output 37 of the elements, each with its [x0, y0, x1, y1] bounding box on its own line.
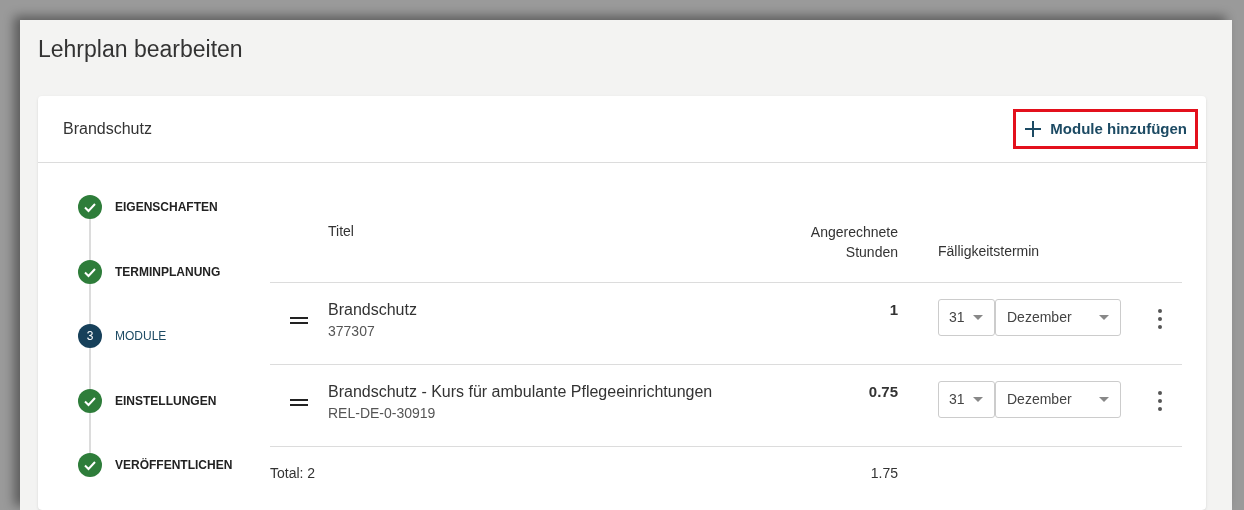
step-label[interactable]: MODULE: [115, 327, 167, 345]
module-code: REL-DE-0-30919: [328, 404, 437, 423]
month-dropdown[interactable]: Dezember: [995, 381, 1121, 418]
add-module-button[interactable]: Module hinzufügen: [1013, 109, 1198, 149]
column-header: Angerechnete Stunden: [809, 223, 898, 262]
caret-icon: [1099, 397, 1109, 402]
drag-handle-icon[interactable]: [290, 399, 308, 406]
hours-value: 1: [888, 300, 898, 320]
more-options-icon[interactable]: [1158, 309, 1162, 329]
drag-handle-icon[interactable]: [290, 317, 308, 324]
module-code: 377307: [328, 322, 376, 341]
caret-icon: [972, 397, 983, 402]
hours-value: 0.75: [867, 382, 898, 402]
day-dropdown[interactable]: 31: [938, 299, 995, 336]
step-number: 3: [78, 324, 102, 348]
column-header: Titel: [328, 222, 355, 241]
caret-icon: [1099, 315, 1109, 320]
plus-icon: [1024, 120, 1043, 138]
step-label[interactable]: EINSTELLUNGEN: [115, 391, 217, 410]
total-label: Total: 2: [270, 463, 317, 483]
check-icon: [78, 388, 102, 413]
check-icon: [78, 195, 102, 219]
total-hours: 1.75: [869, 463, 898, 483]
card-title: Brandschutz: [63, 119, 152, 139]
module-title: Brandschutz - Kurs für ambulante Pflegeeinrichtungen: [328, 382, 714, 402]
step-label[interactable]: VERÖFFENTLICHEN: [115, 456, 233, 474]
day-dropdown[interactable]: 31: [938, 381, 995, 418]
more-options-icon[interactable]: [1158, 391, 1162, 411]
step-label[interactable]: EIGENSCHAFTEN: [115, 198, 218, 216]
check-icon: [78, 259, 102, 284]
page-title: Lehrplan bearbeiten: [38, 35, 244, 64]
module-title: Brandschutz: [328, 300, 418, 320]
caret-icon: [972, 315, 983, 320]
step-label[interactable]: TERMINPLANUNG: [115, 262, 221, 281]
check-icon: [78, 453, 102, 477]
column-header: Fälligkeitstermin: [938, 242, 1040, 261]
month-dropdown[interactable]: Dezember: [995, 299, 1121, 336]
